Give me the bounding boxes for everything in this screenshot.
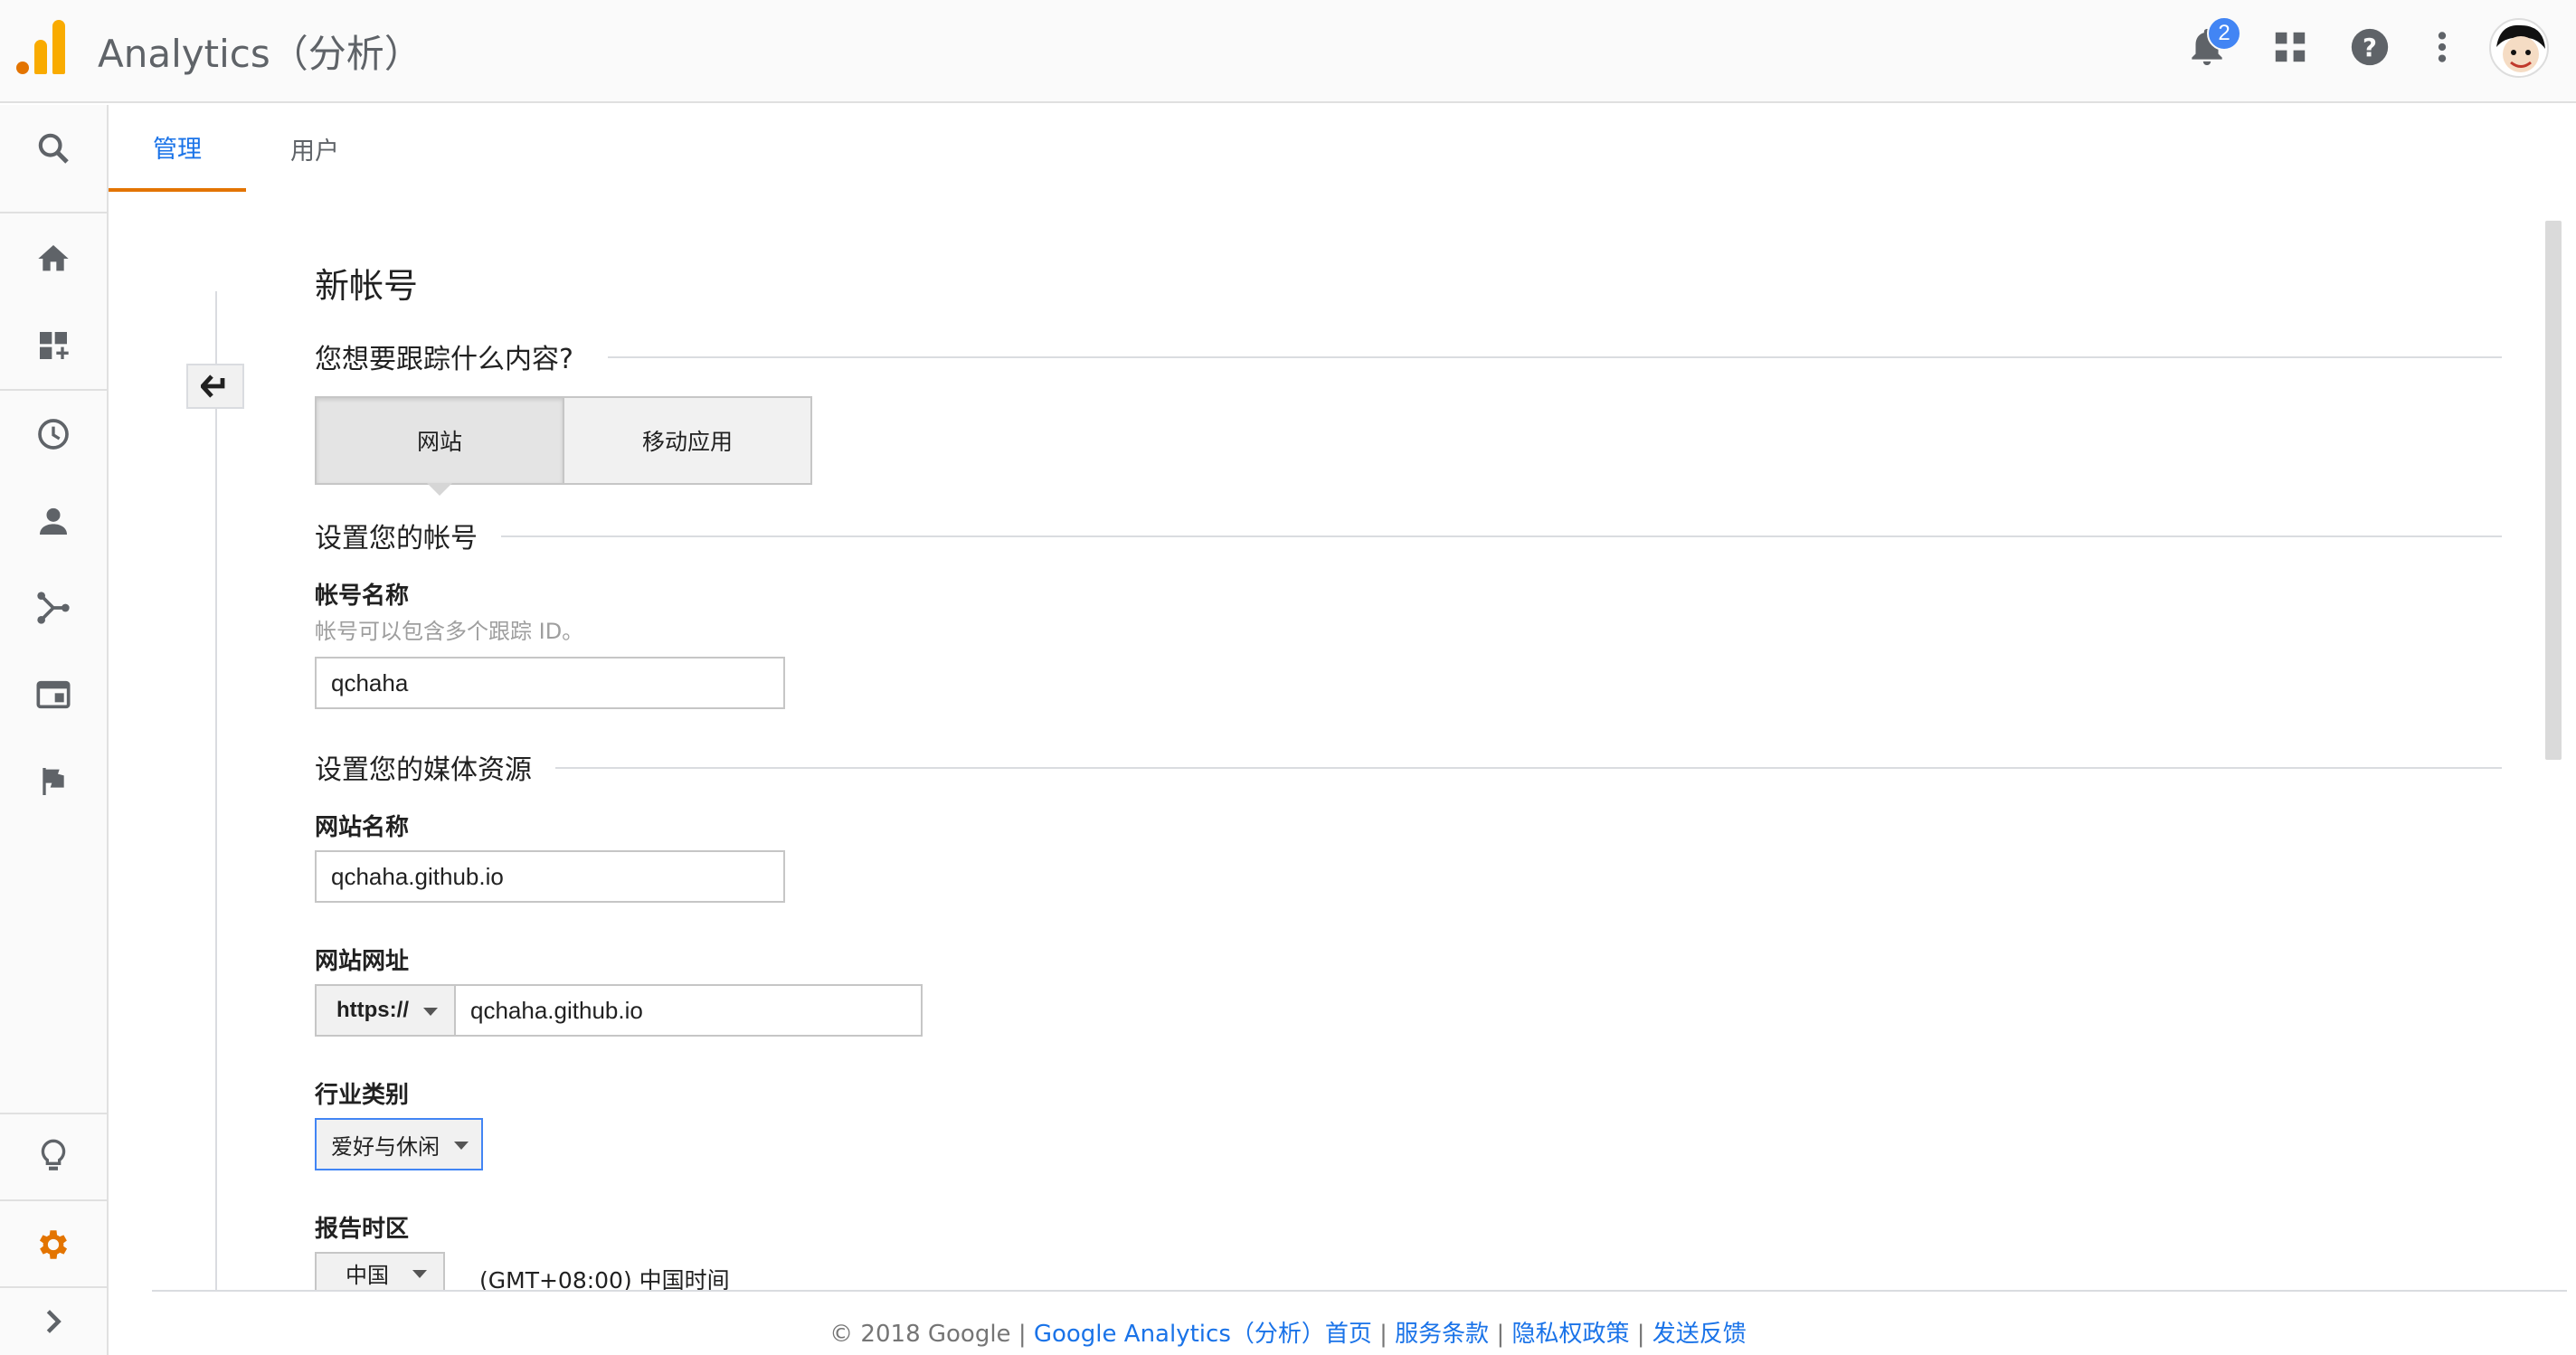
property-section-title: 设置您的媒体资源	[315, 754, 532, 786]
apps-grid-icon[interactable]	[2265, 22, 2316, 72]
tab-user[interactable]: 用户	[246, 105, 384, 192]
help-icon[interactable]: ?	[2344, 22, 2395, 72]
country-value: 中国	[346, 1262, 389, 1288]
audience-person-icon[interactable]	[0, 478, 107, 564]
account-section-title: 设置您的帐号	[315, 523, 478, 554]
dropdown-arrow-icon	[423, 1008, 438, 1016]
timezone-label: 报告时区	[315, 1216, 410, 1243]
protocol-value: https://	[336, 998, 409, 1022]
left-navigation	[0, 105, 109, 1355]
realtime-clock-icon[interactable]	[0, 391, 107, 478]
segment-website[interactable]: 网站	[315, 396, 564, 485]
property-section: 设置您的媒体资源	[315, 749, 532, 786]
home-icon[interactable]	[0, 215, 107, 302]
app-title: Analytics（分析）	[98, 32, 422, 76]
step-timeline	[215, 291, 217, 1290]
account-name-hint: 帐号可以包含多个跟踪 ID。	[315, 619, 584, 644]
account-name-label: 帐号名称	[315, 583, 410, 610]
tab-admin[interactable]: 管理	[109, 105, 246, 192]
more-vert-icon[interactable]	[2417, 22, 2467, 72]
svg-text:?: ?	[2363, 33, 2377, 62]
footer-copyright: © 2018 Google |	[829, 1321, 1034, 1348]
account-section: 设置您的帐号	[315, 517, 478, 554]
dropdown-arrow-icon	[454, 1142, 469, 1150]
account-name-input[interactable]: qchaha	[315, 657, 785, 709]
site-url-input[interactable]: qchaha.github.io	[454, 984, 923, 1037]
back-button[interactable]	[186, 364, 244, 409]
segment-mobile-app[interactable]: 移动应用	[563, 396, 812, 485]
search-icon[interactable]	[0, 105, 107, 192]
section-divider	[608, 356, 2502, 358]
footer: © 2018 Google | Google Analytics（分析）首页 |…	[829, 1321, 1747, 1348]
notification-count-badge: 2	[2207, 16, 2241, 51]
page-title: 新帐号	[315, 266, 419, 306]
segment-selected-caret	[427, 483, 452, 496]
site-url-label: 网站网址	[315, 948, 410, 975]
footer-link-feedback[interactable]: 发送反馈	[1653, 1321, 1747, 1348]
country-dropdown[interactable]: 中国	[315, 1252, 445, 1292]
analytics-logo[interactable]	[16, 20, 65, 74]
protocol-dropdown[interactable]: https://	[315, 984, 456, 1037]
scrollbar-thumb[interactable]	[2545, 221, 2562, 760]
account-avatar[interactable]	[2489, 18, 2549, 78]
footer-link-home[interactable]: Google Analytics（分析）首页	[1034, 1321, 1372, 1348]
footer-link-terms[interactable]: 服务条款	[1395, 1321, 1489, 1348]
behavior-icon[interactable]	[0, 651, 107, 738]
discover-lightbulb-icon[interactable]	[0, 1113, 107, 1199]
industry-label: 行业类别	[315, 1082, 410, 1109]
dropdown-arrow-icon	[412, 1270, 427, 1278]
track-question: 您想要跟踪什么内容?	[315, 344, 573, 375]
acquisition-icon[interactable]	[0, 564, 107, 651]
track-question-section: 您想要跟踪什么内容?	[315, 338, 573, 375]
footer-divider	[152, 1290, 2567, 1292]
admin-gear-icon[interactable]	[0, 1201, 107, 1288]
site-name-input[interactable]: qchaha.github.io	[315, 850, 785, 903]
conversions-flag-icon[interactable]	[0, 738, 107, 825]
back-arrow-icon	[201, 374, 225, 398]
footer-link-privacy[interactable]: 隐私权政策	[1511, 1321, 1629, 1348]
section-divider	[501, 535, 2502, 537]
site-name-label: 网站名称	[315, 814, 410, 841]
top-app-bar: Analytics（分析） 2 ?	[0, 0, 2576, 103]
industry-dropdown[interactable]: 爱好与休闲	[315, 1118, 483, 1170]
industry-value: 爱好与休闲	[331, 1133, 440, 1160]
customization-dashboard-icon[interactable]	[0, 302, 107, 389]
admin-tabs: 管理 用户	[109, 105, 2576, 192]
section-divider	[555, 767, 2502, 769]
